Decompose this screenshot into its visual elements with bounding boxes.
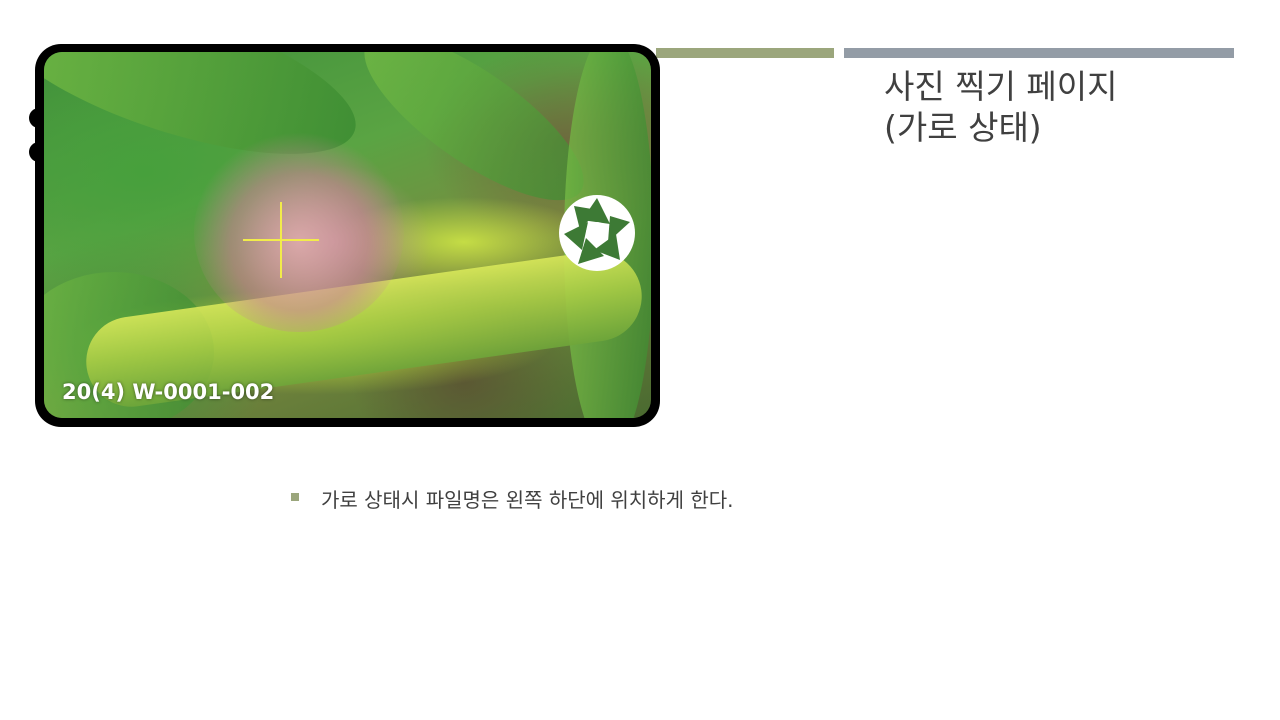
camera-preview[interactable]: 20(4) W-0001-002 xyxy=(44,52,651,418)
bullet-text: 가로 상태시 파일명은 왼쪽 하단에 위치하게 한다. xyxy=(321,488,734,512)
bullet-square-icon xyxy=(291,492,299,501)
page-title-line1: 사진 찍기 페이지 xyxy=(884,67,1118,106)
bullet-item: 가로 상태시 파일명은 왼쪽 하단에 위치하게 한다. xyxy=(291,484,734,513)
phone-mockup: 20(4) W-0001-002 xyxy=(29,44,660,427)
crosshair-icon xyxy=(243,202,319,278)
page-title: 사진 찍기 페이지 (가로 상태) xyxy=(884,66,1264,148)
accent-bar-gray xyxy=(844,48,1234,58)
shutter-aperture-icon[interactable] xyxy=(558,194,636,272)
page-title-line2: (가로 상태) xyxy=(884,108,1042,147)
accent-bar-green xyxy=(656,48,834,58)
photo-filename: 20(4) W-0001-002 xyxy=(62,380,275,404)
